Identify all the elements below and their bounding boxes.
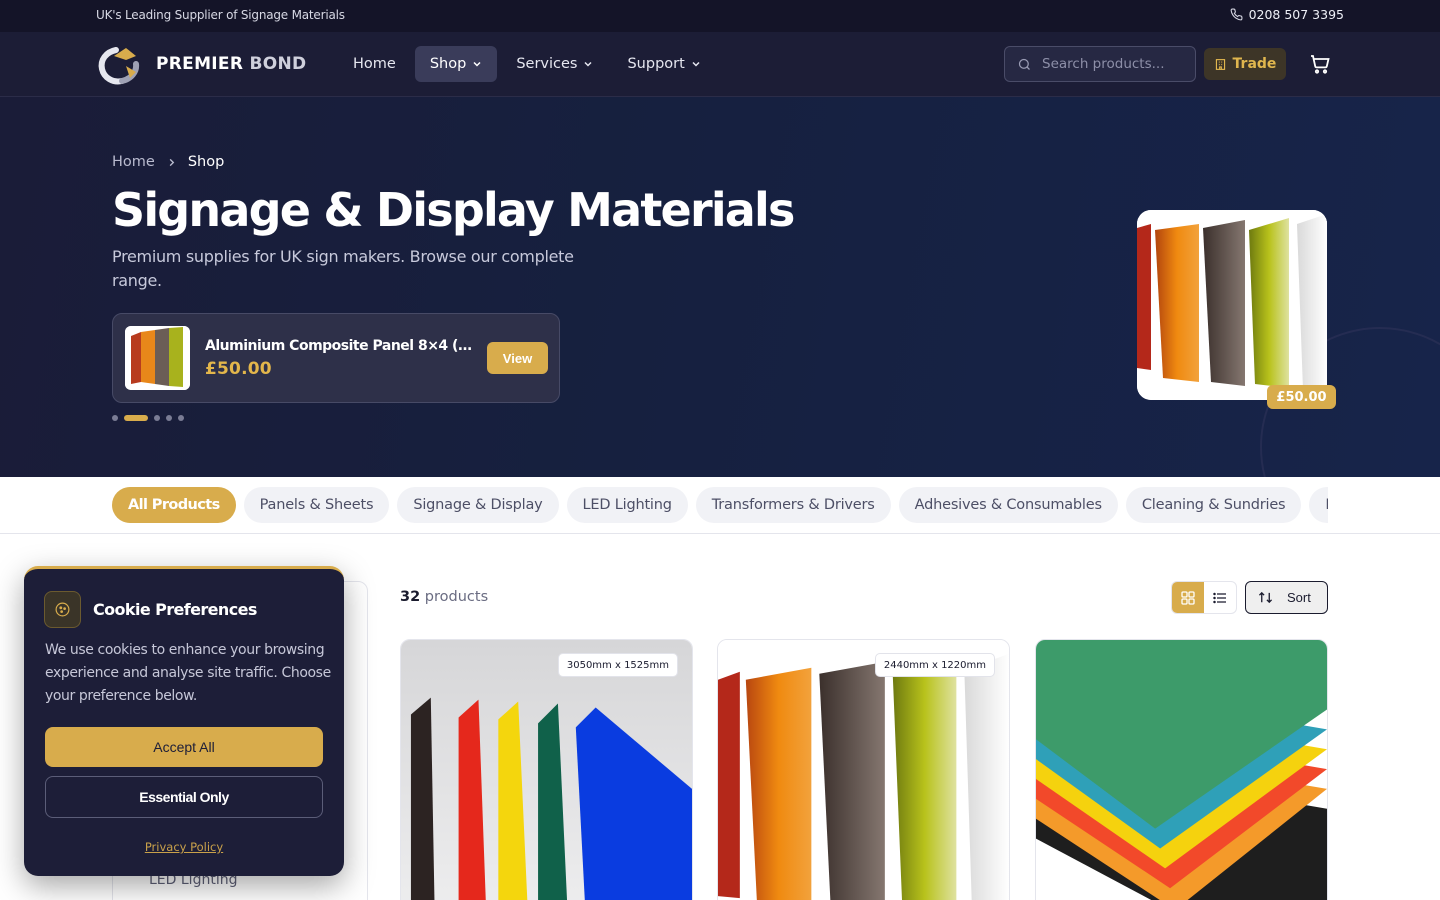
accept-all-button[interactable]: Accept All: [45, 727, 323, 767]
size-badge: 3050mm x 1525mm: [557, 653, 678, 677]
sort-label: Sort: [1287, 590, 1311, 605]
product-card[interactable]: 2440mm x 1220mm: [717, 639, 1010, 900]
building-icon: [1215, 58, 1225, 70]
category-panels-sheets[interactable]: Panels & Sheets: [243, 487, 390, 523]
featured-product-card[interactable]: Aluminium Composite Panel 8×4 (2440mm x …: [112, 313, 560, 403]
featured-product-thumbnail: [125, 326, 190, 390]
phone-number: 0208 507 3395: [1248, 7, 1344, 22]
carousel-dot[interactable]: [154, 415, 160, 421]
grid-icon: [1181, 590, 1195, 605]
nav-services[interactable]: Services: [501, 46, 608, 82]
carousel-dot[interactable]: [178, 415, 184, 421]
main-nav: Home Shop Services Support: [338, 46, 716, 82]
chevron-down-icon: [473, 61, 481, 67]
view-toggle: [1171, 581, 1237, 614]
category-led-lighting[interactable]: LED Lighting: [566, 487, 688, 523]
chevron-right-icon: [169, 158, 175, 166]
logo[interactable]: PREMIER BOND: [96, 42, 306, 86]
hero-product-image[interactable]: [1137, 210, 1327, 400]
site-header: PREMIER BOND Home Shop Services Support …: [0, 32, 1440, 97]
tagline: UK's Leading Supplier of Signage Materia…: [96, 8, 345, 22]
breadcrumb-current: Shop: [187, 154, 225, 170]
cookie-title: Cookie Preferences: [93, 600, 257, 619]
nav-support[interactable]: Support: [612, 46, 715, 82]
essential-only-button[interactable]: Essential Only: [45, 776, 323, 818]
chevron-down-icon: [692, 61, 700, 67]
product-count: 32 products: [400, 589, 489, 605]
category-scroller[interactable]: All Products Panels & Sheets Signage & D…: [112, 487, 1328, 523]
size-badge: 2440mm x 1220mm: [874, 653, 995, 677]
breadcrumb-home[interactable]: Home: [112, 154, 155, 170]
product-image: [718, 640, 1009, 900]
cookie-icon: [44, 591, 81, 628]
search-box[interactable]: [1004, 46, 1196, 82]
breadcrumb: Home Shop: [112, 154, 224, 170]
product-image: [401, 640, 692, 900]
cookie-description: We use cookies to enhance your browsing …: [45, 642, 331, 704]
carousel-dots: [112, 415, 184, 421]
trade-label: Trade: [1232, 56, 1277, 72]
page-title: Signage & Display Materials: [112, 183, 795, 237]
featured-product-price: £50.00: [205, 359, 272, 379]
grid-view-button[interactable]: [1172, 582, 1204, 613]
list-view-button[interactable]: [1204, 582, 1236, 613]
cart-icon[interactable]: [1308, 52, 1332, 76]
nav-shop[interactable]: Shop: [414, 46, 498, 82]
featured-product-name: Aluminium Composite Panel 8×4 (2440mm x …: [205, 338, 475, 354]
cookie-preferences-dialog: Cookie Preferences We use cookies to enh…: [24, 566, 344, 876]
category-all-products[interactable]: All Products: [112, 487, 236, 523]
search-input[interactable]: [1042, 56, 1172, 72]
privacy-policy-link[interactable]: Privacy Policy: [24, 840, 344, 854]
product-image: [1036, 640, 1327, 900]
product-card[interactable]: 3050mm x 1525mm: [400, 639, 693, 900]
chevron-down-icon: [584, 61, 592, 67]
trade-button[interactable]: Trade: [1204, 48, 1286, 80]
category-adhesives-consumables[interactable]: Adhesives & Consumables: [898, 487, 1118, 523]
sort-button[interactable]: Sort: [1245, 581, 1328, 614]
carousel-dot[interactable]: [112, 415, 118, 421]
product-card[interactable]: [1035, 639, 1328, 900]
top-bar: UK's Leading Supplier of Signage Materia…: [0, 0, 1440, 32]
list-icon: [1213, 592, 1226, 603]
page-subtitle: Premium supplies for UK sign makers. Bro…: [112, 247, 574, 290]
carousel-dot[interactable]: [166, 415, 172, 421]
nav-home[interactable]: Home: [338, 46, 411, 82]
phone-link[interactable]: 0208 507 3395: [1230, 7, 1344, 22]
carousel-dot-active[interactable]: [124, 415, 148, 421]
logo-mark-icon: [98, 47, 140, 85]
hero-section: Home Shop Signage & Display Materials Pr…: [0, 97, 1440, 477]
category-transformers-drivers[interactable]: Transformers & Drivers: [695, 487, 891, 523]
category-bird-control[interactable]: Bird Control: [1309, 487, 1328, 523]
logo-text: PREMIER BOND: [156, 54, 307, 74]
category-bar: All Products Panels & Sheets Signage & D…: [0, 477, 1440, 534]
category-cleaning-sundries[interactable]: Cleaning & Sundries: [1125, 487, 1302, 523]
view-button[interactable]: View: [487, 342, 548, 374]
hero-price-badge: £50.00: [1267, 385, 1336, 409]
sort-icon: [1258, 591, 1273, 604]
search-icon: [1018, 58, 1030, 70]
category-signage-display[interactable]: Signage & Display: [397, 487, 559, 523]
phone-icon: [1230, 8, 1243, 21]
